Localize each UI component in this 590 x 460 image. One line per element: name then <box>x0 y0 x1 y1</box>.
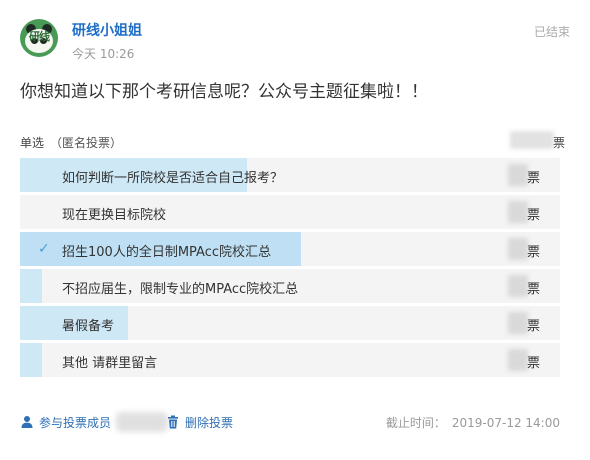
poll-type: 单选 <box>20 136 45 150</box>
poll-option[interactable]: ✓ 招生100人的全日制MPAcc院校汇总 票 <box>20 232 560 266</box>
poll-option[interactable]: 不招应届生，限制专业的MPAcc院校汇总 票 <box>20 269 560 303</box>
redacted-vote-count <box>508 238 528 260</box>
option-votes-suffix: 票 <box>526 245 540 260</box>
author-name[interactable]: 研线小姐姐 <box>72 20 142 40</box>
option-votes-suffix: 票 <box>526 282 540 297</box>
redacted-vote-count <box>508 201 528 223</box>
trash-icon <box>168 415 178 429</box>
option-label: 暑假备考 <box>62 319 115 334</box>
option-label: 不招应届生，限制专业的MPAcc院校汇总 <box>62 282 299 297</box>
option-result-bar <box>20 343 42 377</box>
delete-poll-button[interactable]: 删除投票 <box>166 414 233 431</box>
option-label: 其他 请群里留言 <box>62 356 158 371</box>
redacted-vote-count <box>508 275 528 297</box>
join-members-link[interactable]: 参与投票成员 <box>20 414 111 431</box>
redacted-vote-count <box>508 312 528 334</box>
option-label: 招生100人的全日制MPAcc院校汇总 <box>62 245 271 260</box>
header-votes-edge: 票 <box>553 136 566 150</box>
option-votes-suffix: 票 <box>526 171 540 186</box>
person-icon <box>21 416 33 428</box>
join-members-label: 参与投票成员 <box>39 416 112 430</box>
option-result-bar <box>20 269 42 303</box>
poll-status: 已结束 <box>533 25 570 39</box>
option-label: 如何判断一所院校是否适合自己报考？ <box>62 171 284 186</box>
post-time: 今天 10:26 <box>72 47 135 61</box>
poll-option[interactable]: 如何判断一所院校是否适合自己报考？ 票 <box>20 158 560 192</box>
poll-option[interactable]: 其他 请群里留言 票 <box>20 343 560 377</box>
deadline: 截止时间： 2019-07-12 14:00 <box>386 414 560 431</box>
poll-meta: 单选 （匿名投票） <box>20 134 122 151</box>
option-votes-suffix: 票 <box>526 319 540 334</box>
option-label: 现在更换目标院校 <box>62 208 167 223</box>
delete-poll-label: 删除投票 <box>185 416 234 430</box>
checkmark-icon: ✓ <box>38 241 50 257</box>
redacted-member-count <box>116 412 168 432</box>
anonymous-label: （匿名投票） <box>50 136 123 150</box>
option-votes-suffix: 票 <box>526 356 540 371</box>
avatar[interactable]: 研线 <box>20 19 58 57</box>
redacted-vote-count <box>508 164 528 186</box>
poll-options: 如何判断一所院校是否适合自己报考？票现在更换目标院校票 ✓ 招生100人的全日制MP… <box>20 158 560 380</box>
poll-footer: 参与投票成员 删除投票 截止时间： 2019-07-12 14:00 <box>20 412 560 432</box>
redacted-total <box>510 131 554 149</box>
poll-question: 你想知道以下那个考研信息呢？公众号主题征集啦！！ <box>20 82 428 102</box>
poll-option[interactable]: 暑假备考 票 <box>20 306 560 340</box>
poll-option[interactable]: 现在更换目标院校 票 <box>20 195 560 229</box>
poll-header: 研线 研线小姐姐 今天 10:26 已结束 <box>20 14 570 64</box>
deadline-label: 截止时间： <box>385 416 446 430</box>
deadline-value: 2019-07-12 14:00 <box>451 416 560 430</box>
option-votes-suffix: 票 <box>526 208 540 223</box>
redacted-vote-count <box>508 349 528 371</box>
avatar-text: 研线 <box>29 30 50 43</box>
